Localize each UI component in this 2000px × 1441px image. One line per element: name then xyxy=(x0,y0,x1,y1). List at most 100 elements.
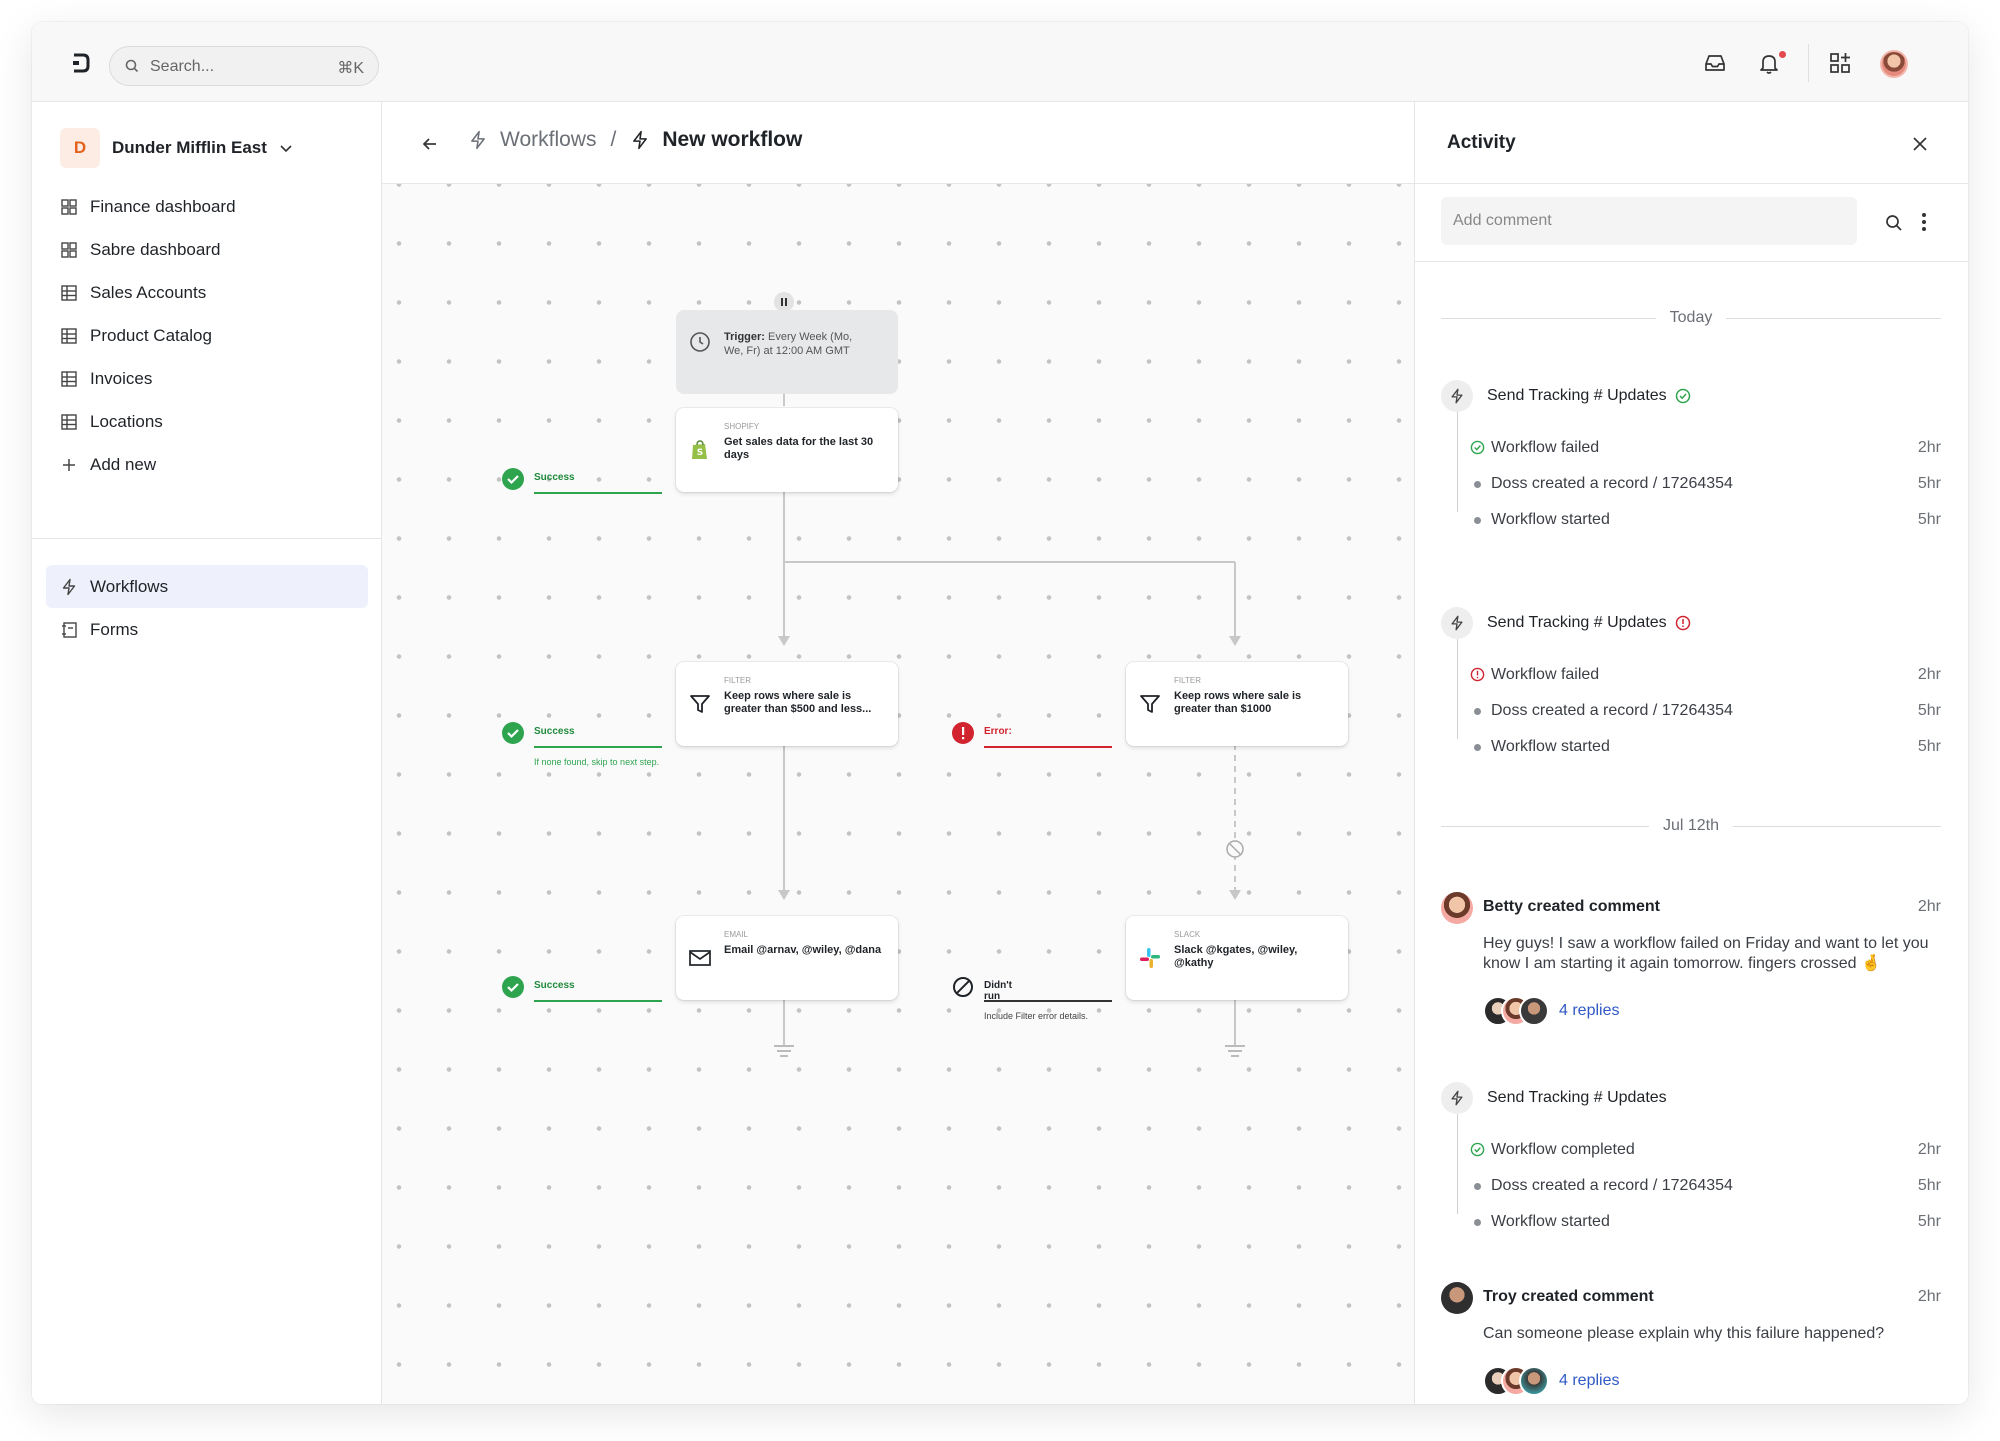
back-arrow-icon[interactable] xyxy=(420,134,440,154)
tree-line xyxy=(1457,1114,1458,1214)
node-category: FILTER xyxy=(724,676,751,685)
table-icon xyxy=(61,413,77,430)
sidebar-item-forms[interactable]: Forms xyxy=(46,608,368,651)
node-text: Email @arnav, @wiley, @dana xyxy=(724,944,882,956)
bolt-icon xyxy=(1441,607,1473,639)
sidebar-item-add-new[interactable]: Add new xyxy=(46,443,368,486)
pause-icon[interactable] xyxy=(774,292,794,312)
activity-event: Workflow started 5hr xyxy=(1441,509,1941,531)
status-label: Success xyxy=(534,726,575,737)
activity-group-header[interactable]: Send Tracking # Updates xyxy=(1441,607,1691,639)
inbox-icon[interactable] xyxy=(1702,50,1728,76)
sidebar-item-sabre-dashboard[interactable]: Sabre dashboard xyxy=(46,228,368,271)
search-icon xyxy=(125,59,139,73)
breadcrumb-workflows-link[interactable]: Workflows xyxy=(500,128,596,152)
sidebar-item-workflows[interactable]: Workflows xyxy=(46,565,368,608)
slack-icon xyxy=(1140,948,1160,968)
replies-link[interactable]: 4 replies xyxy=(1559,1372,1619,1390)
workflow-canvas[interactable]: Trigger: Every Week (Mo, We, Fr) at 12:0… xyxy=(382,184,1414,1404)
activity-group-title: Send Tracking # Updates xyxy=(1487,387,1667,404)
event-text: Workflow completed xyxy=(1491,1141,1635,1158)
replies-link[interactable]: 4 replies xyxy=(1559,1002,1619,1020)
editor-header: Workflows / New workflow xyxy=(382,102,1414,184)
search-placeholder: Search... xyxy=(150,58,215,75)
status-label: Success xyxy=(534,980,575,991)
add-comment-input[interactable] xyxy=(1441,197,1857,245)
close-icon[interactable] xyxy=(1912,136,1928,152)
user-avatar[interactable] xyxy=(1880,50,1908,78)
slack-node[interactable]: SLACK Slack @kgates, @wiley, @kathy xyxy=(1126,916,1348,1000)
sidebar-item-label: Invoices xyxy=(90,368,153,388)
dashboard-icon xyxy=(61,198,77,215)
breadcrumb-separator: / xyxy=(610,128,617,151)
date-label: Jul 12th xyxy=(1662,817,1720,834)
comment-body: Can someone please explain why this fail… xyxy=(1483,1325,1885,1342)
bullet xyxy=(1474,1183,1481,1190)
top-bar: Search... ⌘K xyxy=(32,22,1968,102)
status-bar xyxy=(984,746,1112,748)
search-input[interactable]: Search... ⌘K xyxy=(109,46,379,86)
activity-title: Activity xyxy=(1447,132,1516,153)
status-label: Error: xyxy=(984,726,1012,737)
sidebar-item-locations[interactable]: Locations xyxy=(46,400,368,443)
sidebar-item-finance-dashboard[interactable]: Finance dashboard xyxy=(46,185,368,228)
org-switcher[interactable]: D Dunder Mifflin East xyxy=(60,126,293,170)
event-text: Workflow failed xyxy=(1491,666,1600,683)
status-label: Success xyxy=(534,472,575,483)
check-circle-icon xyxy=(502,468,524,490)
event-text: Workflow failed xyxy=(1491,439,1600,456)
breadcrumb: Workflows / New workflow xyxy=(468,128,802,152)
event-text: Workflow started xyxy=(1491,1213,1610,1230)
trigger-node[interactable]: Trigger: Every Week (Mo, We, Fr) at 12:0… xyxy=(676,310,898,394)
bolt-icon xyxy=(1441,1082,1473,1114)
check-circle-icon xyxy=(1470,1142,1485,1157)
check-circle-icon xyxy=(502,976,524,998)
shopify-node[interactable]: S SHOPIFY Get sales data for the last 30… xyxy=(676,408,898,492)
status-bar xyxy=(534,1000,662,1002)
app-logo-icon[interactable] xyxy=(70,52,92,74)
check-circle-icon xyxy=(502,722,524,744)
event-time: 5hr xyxy=(1917,511,1941,528)
sidebar-item-invoices[interactable]: Invoices xyxy=(46,357,368,400)
avatar xyxy=(1519,996,1549,1026)
workflow-connectors xyxy=(774,379,1245,1057)
sidebar-item-product-catalog[interactable]: Product Catalog xyxy=(46,314,368,357)
search-icon[interactable] xyxy=(1885,214,1903,232)
tree-line xyxy=(1457,412,1458,512)
status-note: Include Filter error details. xyxy=(984,1011,1089,1021)
replies-button[interactable]: 4 replies xyxy=(1483,996,1619,1026)
notification-dot xyxy=(1779,51,1786,58)
sidebar-item-label: Finance dashboard xyxy=(90,196,236,216)
more-vertical-icon[interactable] xyxy=(1921,212,1927,232)
activity-group-header[interactable]: Send Tracking # Updates xyxy=(1441,380,1691,412)
status-bar xyxy=(984,1000,1112,1002)
event-time: 5hr xyxy=(1917,702,1941,719)
bolt-icon xyxy=(471,130,485,150)
comment-time: 2hr xyxy=(1917,1288,1941,1305)
table-icon xyxy=(61,370,77,387)
node-text: Keep rows where sale is greater than $10… xyxy=(1174,690,1302,715)
avatar xyxy=(1441,1282,1473,1314)
activity-event: Workflow completed 2hr xyxy=(1441,1139,1941,1161)
app-window: Search... ⌘K D Dunder Mifflin East Finan… xyxy=(32,22,1968,1404)
add-widget-icon[interactable] xyxy=(1827,50,1853,76)
activity-event: Workflow started 5hr xyxy=(1441,1211,1941,1233)
bullet xyxy=(1474,481,1481,488)
filter-node-left[interactable]: FILTER Keep rows where sale is greater t… xyxy=(676,662,898,746)
sidebar-item-sales-accounts[interactable]: Sales Accounts xyxy=(46,271,368,314)
activity-event: Doss created a record / 17264354 5hr xyxy=(1441,473,1941,495)
check-circle-icon xyxy=(1675,388,1690,404)
workflow-editor: Workflows / New workflow Trigger: Every … xyxy=(382,102,1414,1404)
status-bar xyxy=(534,492,662,494)
filter-node-right[interactable]: FILTER Keep rows where sale is greater t… xyxy=(1126,662,1348,746)
bullet xyxy=(1474,1219,1481,1226)
replies-button[interactable]: 4 replies xyxy=(1483,1366,1619,1396)
activity-group-header[interactable]: Send Tracking # Updates xyxy=(1441,1082,1667,1114)
clock-icon xyxy=(690,332,710,352)
comment-author: Betty created comment xyxy=(1483,898,1660,915)
comment-bar xyxy=(1415,184,1968,262)
org-badge: D xyxy=(60,128,100,168)
email-node[interactable]: EMAIL Email @arnav, @wiley, @dana xyxy=(676,916,898,1000)
trigger-label: Trigger: xyxy=(724,331,765,343)
table-icon xyxy=(61,284,77,301)
